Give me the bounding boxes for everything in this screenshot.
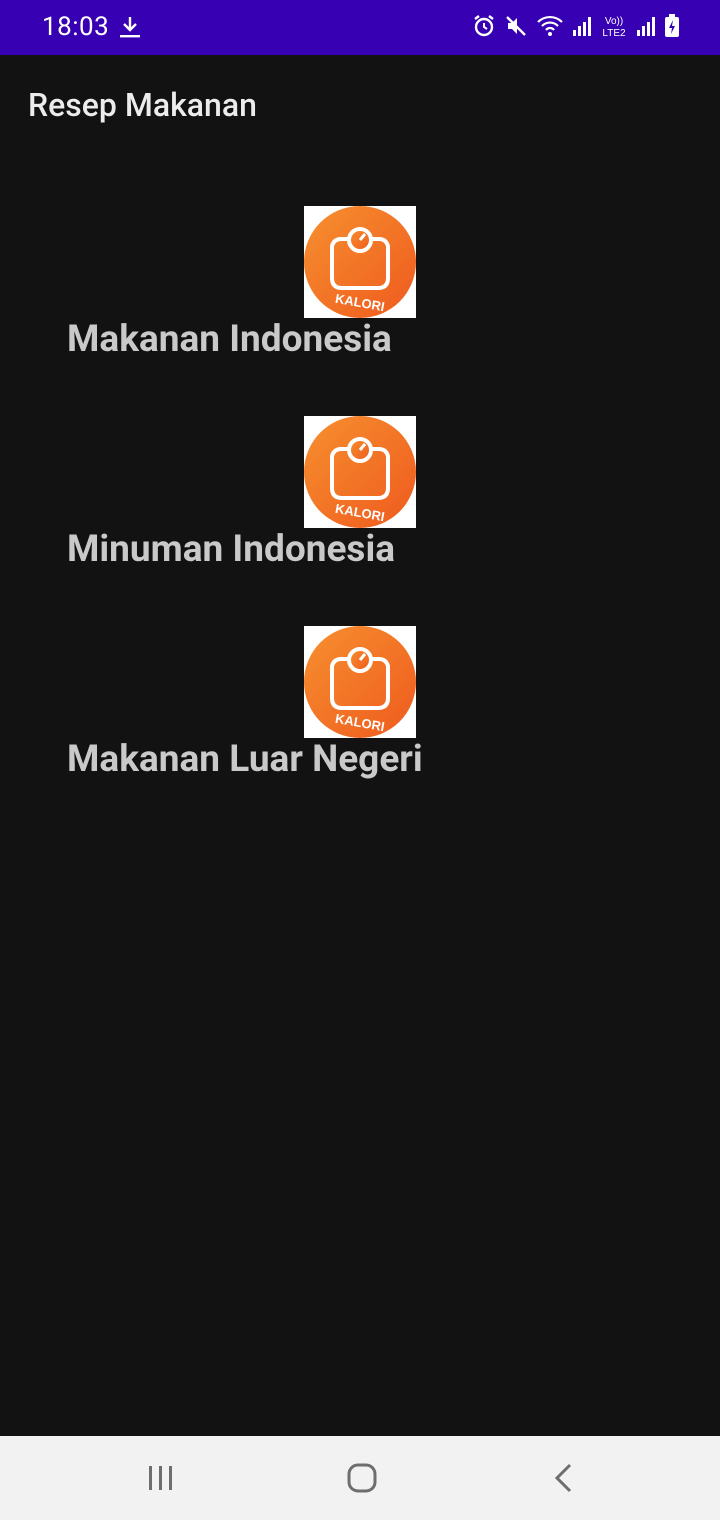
mute-icon <box>506 16 526 36</box>
svg-text:Vo)): Vo)) <box>605 16 623 27</box>
home-button[interactable] <box>332 1456 392 1500</box>
volte-lte-icon: Vo)) LTE2 <box>602 16 626 38</box>
back-icon[interactable] <box>552 1462 576 1494</box>
battery-charging-icon <box>665 14 679 37</box>
page-title: Resep Makanan <box>28 86 257 124</box>
status-time: 18:03 <box>42 12 110 42</box>
alarm-icon <box>474 15 494 37</box>
menu-item-label[interactable]: Makanan Luar Negeri <box>67 738 423 781</box>
menu-item-label[interactable]: Minuman Indonesia <box>67 528 395 571</box>
svg-text:LTE2: LTE2 <box>602 28 626 38</box>
status-bar: 18:03 Vo)) LTE2 <box>0 0 720 55</box>
home-icon[interactable] <box>346 1462 378 1494</box>
kalori-icon[interactable]: KALORI <box>304 626 416 738</box>
status-icons: Vo)) LTE2 <box>472 14 680 38</box>
signal-icon <box>573 17 591 36</box>
back-button[interactable] <box>534 1456 594 1500</box>
download-icon <box>120 17 140 38</box>
kalori-icon[interactable]: KALORI <box>304 206 416 318</box>
recents-button[interactable] <box>131 1456 191 1500</box>
wifi-icon <box>537 15 563 36</box>
navigation-bar <box>0 1436 720 1520</box>
kalori-icon[interactable]: KALORI <box>304 416 416 528</box>
recents-icon[interactable] <box>146 1464 176 1492</box>
signal-icon <box>637 17 655 36</box>
menu-item-label[interactable]: Makanan Indonesia <box>67 318 392 361</box>
